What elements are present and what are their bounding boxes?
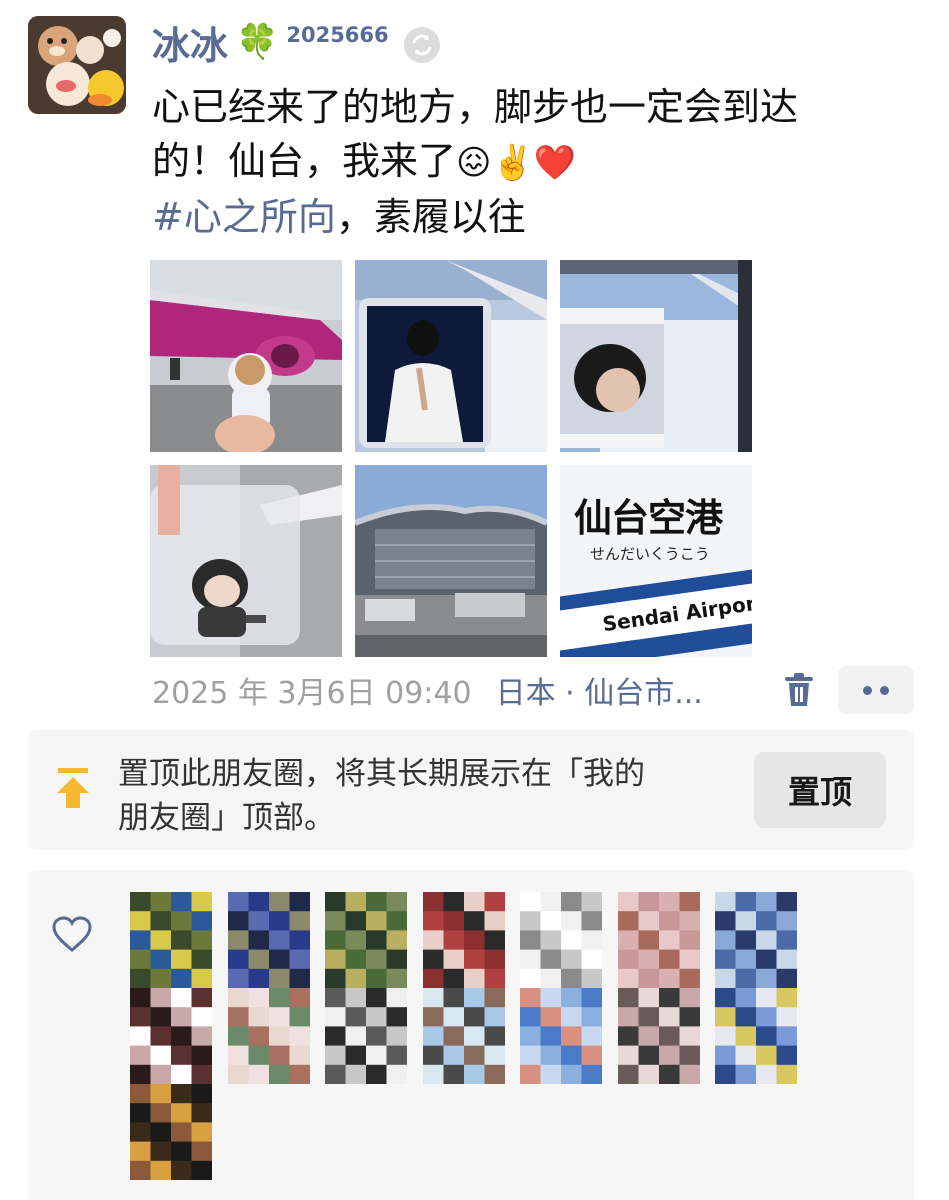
photo-airport-terminal[interactable] [355,465,547,657]
pin-to-top-button[interactable]: 置顶 [754,752,886,828]
liker-avatar[interactable] [520,892,602,988]
liker-avatar[interactable] [422,892,505,988]
post-timestamp: 2025 年 3月6日 09:40 [152,676,472,711]
post-content: 心已经来了的地方，脚步也一定会到达 的！仙台，我来了😖✌️❤️ #心之所向，素履… [152,80,892,244]
post-text-line-2: 的！仙台，我来了😖✌️❤️ [152,134,892,190]
liker-avatar[interactable] [325,892,407,988]
liker-avatar[interactable] [325,988,407,1084]
photo-plane-plush[interactable] [150,260,342,452]
liker-avatar[interactable] [130,1084,212,1180]
post-emojis: 😖✌️❤️ [456,143,577,183]
pin-text-line-2: 朋友圈」顶部。 [118,800,335,836]
user-badge-id: 2025666 [286,23,389,47]
liker-avatar[interactable] [715,988,797,1084]
more-icon-dot-2 [880,685,889,695]
photo-sendai-sign[interactable]: 仙台空港 せんだいくうこう Sendai Airport [560,465,752,657]
clover-emoji: 🍀 [236,22,279,62]
photo-window-portrait[interactable] [560,260,752,452]
post-meta: 2025 年 3月6日 09:40 日本 · 仙台市... [152,664,703,716]
liker-avatar[interactable] [520,988,602,1084]
more-actions-button[interactable] [838,666,914,714]
photo-grid: 仙台空港 せんだいくうこう Sendai Airport [150,260,752,657]
post-location[interactable]: 日本 · 仙台市... [496,668,703,712]
user-name[interactable]: 冰冰 [152,15,228,70]
pin-text-line-1: 置顶此朋友圈，将其长期展示在「我的 [118,756,645,792]
sign-kana-text: せんだいくうこう [590,545,710,563]
liker-avatar[interactable] [227,892,310,988]
likes-panel [28,870,914,1200]
liker-avatar[interactable] [617,892,700,988]
post-header: 冰冰 🍀 2025666 [152,18,441,68]
liker-avatar[interactable] [715,892,797,988]
pin-top-icon [57,768,89,808]
pin-to-top-card: 置顶此朋友圈，将其长期展示在「我的 朋友圈」顶部。 置顶 [28,730,914,850]
pin-description: 置顶此朋友圈，将其长期展示在「我的 朋友圈」顶部。 [118,752,718,840]
heart-outline-icon [52,916,92,952]
post-text-line-3: #心之所向，素履以往 [152,190,892,244]
sign-main-text: 仙台空港 [574,496,723,540]
trash-icon[interactable] [782,672,816,708]
liker-avatar[interactable] [227,988,310,1084]
liker-avatar[interactable] [422,988,505,1084]
liker-avatar[interactable] [130,892,212,988]
sync-icon[interactable] [403,26,441,64]
liker-avatar[interactable] [617,988,700,1084]
liker-avatar[interactable] [130,988,212,1084]
post-text-line-2-text: 的！仙台，我来了 [152,139,457,183]
hashtag-link[interactable]: #心之所向 [152,195,336,239]
photo-window-poster[interactable] [355,260,547,452]
more-icon-dot-1 [863,685,872,695]
avatar-image [28,16,126,114]
photo-plush-window[interactable] [150,465,342,657]
post-text-line-1: 心已经来了的地方，脚步也一定会到达 [152,85,799,129]
post-text-line-3-rest: ，素履以往 [335,195,526,239]
user-avatar[interactable] [28,16,126,114]
